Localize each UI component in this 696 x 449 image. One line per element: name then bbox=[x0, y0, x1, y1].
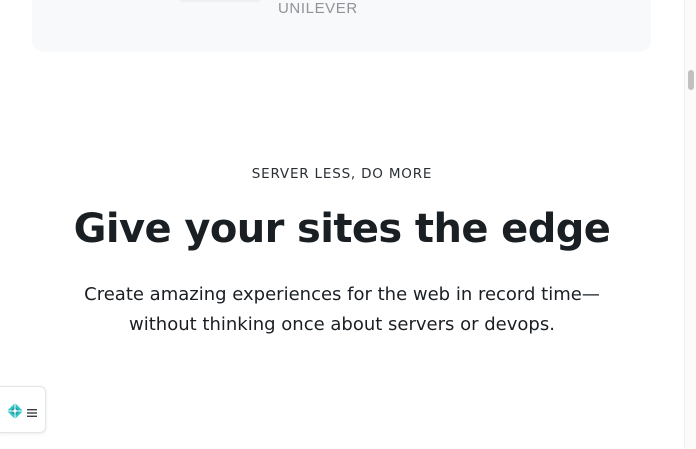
floating-badge-button[interactable] bbox=[0, 386, 46, 433]
logo-placeholder bbox=[180, 0, 260, 2]
scrollbar-thumb[interactable] bbox=[688, 70, 694, 90]
unilever-logo[interactable]: UNILEVER bbox=[278, 0, 478, 18]
vertical-scrollbar[interactable] bbox=[684, 0, 696, 449]
diamond-logo-icon bbox=[6, 402, 24, 420]
hero-subtext-line1: Create amazing experiences for the web i… bbox=[84, 284, 600, 305]
menu-icon bbox=[26, 404, 38, 417]
hero-subtext: Create amazing experiences for the web i… bbox=[42, 280, 642, 340]
page-content: UNILEVER SERVER LESS, DO MORE Give your … bbox=[0, 0, 684, 449]
hero-headline: Give your sites the edge bbox=[73, 206, 611, 252]
hero-section: SERVER LESS, DO MORE Give your sites the… bbox=[0, 165, 684, 340]
customer-logos-card: UNILEVER bbox=[32, 0, 651, 52]
hero-eyebrow: SERVER LESS, DO MORE bbox=[251, 166, 433, 182]
hero-subtext-line2: without thinking once about servers or d… bbox=[129, 314, 555, 335]
browser-viewport: UNILEVER SERVER LESS, DO MORE Give your … bbox=[0, 0, 696, 449]
